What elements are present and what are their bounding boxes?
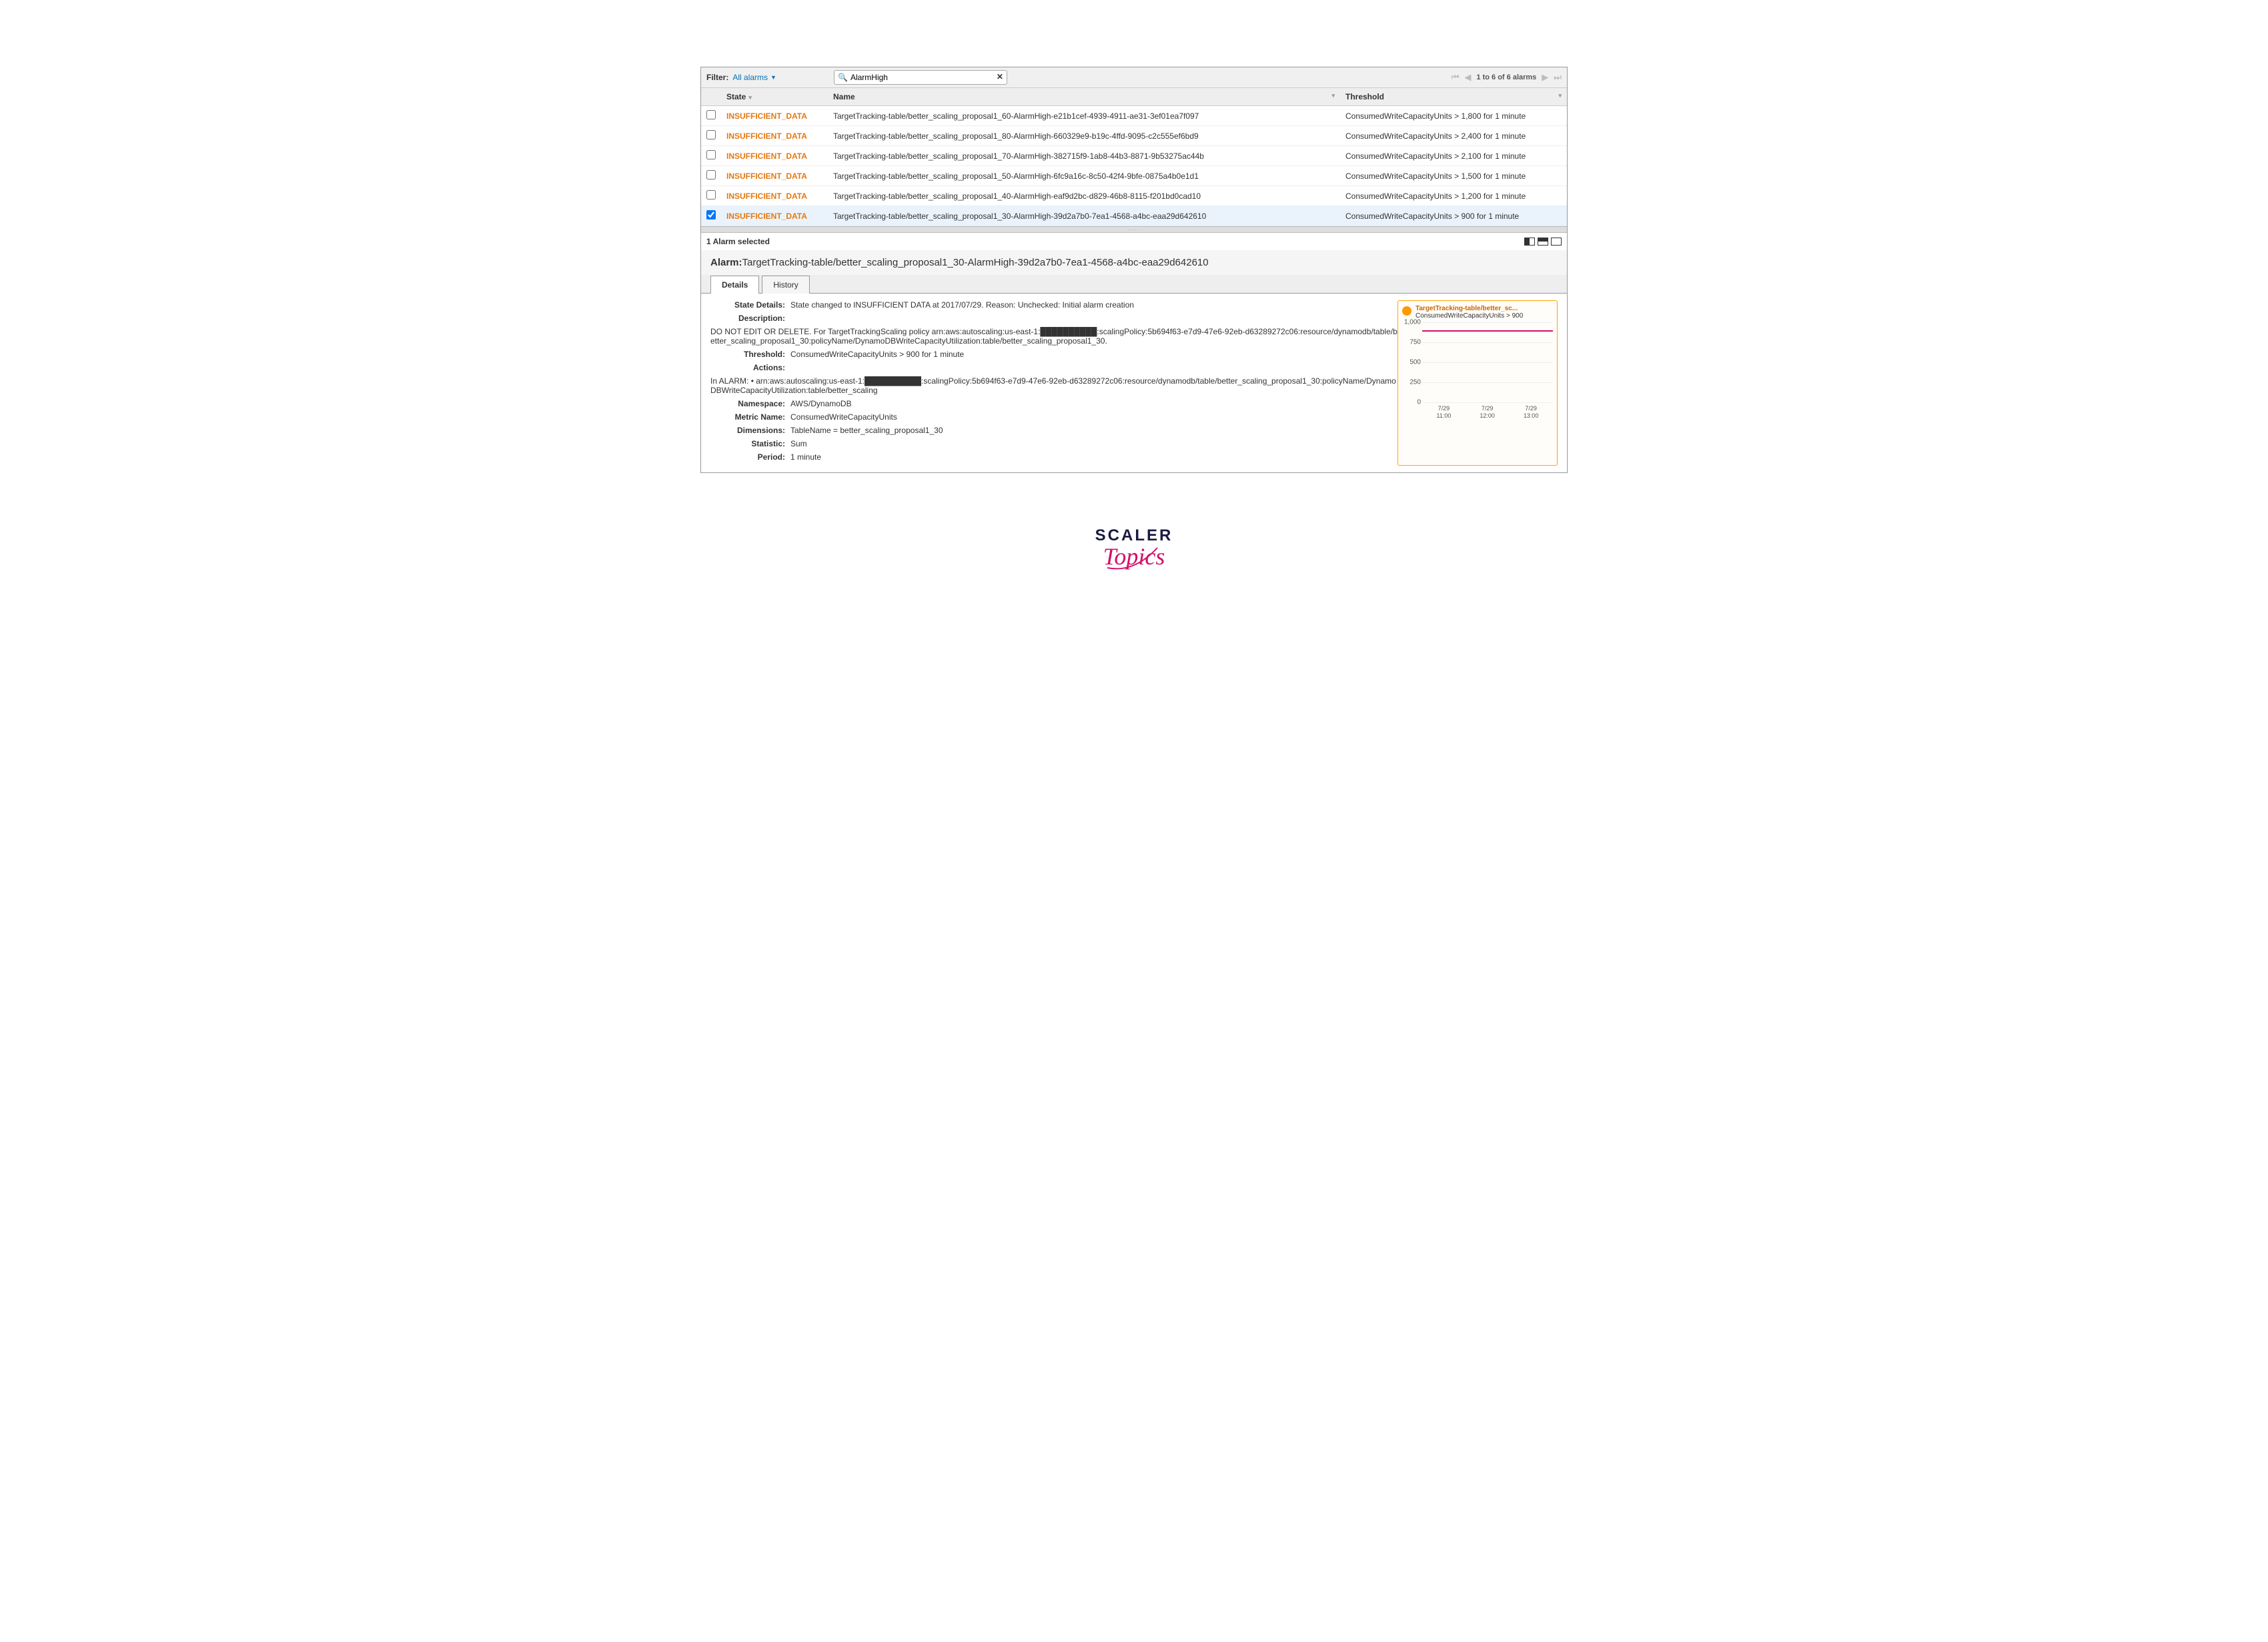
table-row[interactable]: INSUFFICIENT_DATA TargetTracking-table/be… bbox=[701, 166, 1567, 186]
alarm-title: Alarm:TargetTracking-table/better_scalin… bbox=[701, 250, 1567, 275]
filter-label: Filter: bbox=[706, 73, 728, 82]
prev-page-icon[interactable]: ◀ bbox=[1464, 72, 1471, 83]
row-threshold: ConsumedWriteCapacityUnits > 1,200 for 1… bbox=[1340, 186, 1567, 206]
layout-full-icon[interactable] bbox=[1551, 238, 1562, 246]
row-name: TargetTracking-table/better_scaling_prop… bbox=[828, 186, 1340, 206]
toolbar: Filter: All alarms ▼ 🔍 ✕ ⏮ ◀ 1 to 6 of 6… bbox=[701, 67, 1567, 88]
tab-details[interactable]: Details bbox=[710, 276, 759, 294]
row-threshold: ConsumedWriteCapacityUnits > 2,100 for 1… bbox=[1340, 146, 1567, 166]
selection-count: 1 Alarm selected bbox=[706, 237, 770, 246]
chart-subtitle: ConsumedWriteCapacityUnits > 900 bbox=[1415, 312, 1523, 320]
row-threshold: ConsumedWriteCapacityUnits > 900 for 1 m… bbox=[1340, 206, 1567, 226]
chart-ytick: 250 bbox=[1402, 379, 1421, 386]
row-threshold: ConsumedWriteCapacityUnits > 2,400 for 1… bbox=[1340, 126, 1567, 146]
chart-ytick: 0 bbox=[1402, 399, 1421, 406]
chart-xtick: 7/2913:00 bbox=[1524, 405, 1539, 420]
dk-metric-name: Metric Name: bbox=[710, 412, 790, 422]
selection-bar: 1 Alarm selected bbox=[701, 233, 1567, 250]
row-name: TargetTracking-table/better_scaling_prop… bbox=[828, 106, 1340, 126]
table-row[interactable]: INSUFFICIENT_DATA TargetTracking-table/be… bbox=[701, 106, 1567, 126]
row-checkbox[interactable] bbox=[706, 170, 716, 179]
row-checkbox[interactable] bbox=[706, 150, 716, 159]
col-state[interactable]: State▾ bbox=[721, 88, 828, 106]
dk-threshold: Threshold: bbox=[710, 350, 790, 359]
sort-icon: ▾ bbox=[1558, 92, 1562, 99]
chart-xtick: 7/2911:00 bbox=[1437, 405, 1452, 420]
dk-dimensions: Dimensions: bbox=[710, 426, 790, 435]
actions-prefix: In ALARM: • bbox=[710, 376, 756, 386]
logo-bottom: Topics bbox=[1094, 541, 1174, 574]
layout-split-icon[interactable] bbox=[1524, 238, 1535, 246]
layout-stack-icon[interactable] bbox=[1538, 238, 1548, 246]
state-badge: INSUFFICIENT_DATA bbox=[726, 131, 807, 141]
tab-history[interactable]: History bbox=[762, 276, 809, 294]
col-name[interactable]: Name▾ bbox=[828, 88, 1340, 106]
dv-dimensions: TableName = better_scaling_proposal1_30 bbox=[790, 426, 1397, 435]
state-badge: INSUFFICIENT_DATA bbox=[726, 151, 807, 161]
row-name: TargetTracking-table/better_scaling_prop… bbox=[828, 166, 1340, 186]
alarm-title-prefix: Alarm: bbox=[710, 257, 742, 268]
chart-title: TargetTracking-table/better_sc... bbox=[1415, 305, 1523, 312]
split-handle[interactable]: ···· bbox=[701, 226, 1567, 233]
clear-search-icon[interactable]: ✕ bbox=[997, 72, 1003, 81]
sort-icon: ▾ bbox=[748, 94, 752, 101]
dk-actions: Actions: bbox=[710, 363, 790, 372]
dv-period: 1 minute bbox=[790, 452, 1397, 462]
dk-period: Period: bbox=[710, 452, 790, 462]
state-badge: INSUFFICIENT_DATA bbox=[726, 111, 807, 121]
col-checkbox bbox=[701, 88, 721, 106]
next-page-icon[interactable]: ▶ bbox=[1542, 72, 1548, 83]
search-icon: 🔍 bbox=[838, 73, 848, 82]
state-badge: INSUFFICIENT_DATA bbox=[726, 191, 807, 201]
first-page-icon[interactable]: ⏮ bbox=[1452, 72, 1460, 83]
dv-statistic: Sum bbox=[790, 439, 1397, 448]
state-badge: INSUFFICIENT_DATA bbox=[726, 171, 807, 181]
dk-description: Description: bbox=[710, 314, 790, 323]
row-name: TargetTracking-table/better_scaling_prop… bbox=[828, 206, 1340, 226]
alarms-table: State▾ Name▾ Threshold▾ INSUFFICIENT_DAT… bbox=[701, 88, 1567, 226]
chart-ytick: 1,000 bbox=[1402, 319, 1421, 326]
alarm-title-name: TargetTracking-table/better_scaling_prop… bbox=[742, 257, 1209, 268]
dk-namespace: Namespace: bbox=[710, 399, 790, 408]
dv-actions: arn:aws:autoscaling:us-east-1:██████████… bbox=[710, 376, 1396, 395]
dv-metric-name: ConsumedWriteCapacityUnits bbox=[790, 412, 1397, 422]
scaler-logo: SCALER Topics bbox=[700, 526, 1568, 576]
row-threshold: ConsumedWriteCapacityUnits > 1,500 for 1… bbox=[1340, 166, 1567, 186]
table-row[interactable]: INSUFFICIENT_DATA TargetTracking-table/be… bbox=[701, 186, 1567, 206]
table-row[interactable]: INSUFFICIENT_DATA TargetTracking-table/be… bbox=[701, 206, 1567, 226]
dv-threshold: ConsumedWriteCapacityUnits > 900 for 1 m… bbox=[790, 350, 1397, 359]
alarm-status-icon bbox=[1402, 306, 1411, 316]
state-badge: INSUFFICIENT_DATA bbox=[726, 212, 807, 221]
dk-state-details: State Details: bbox=[710, 300, 790, 310]
row-name: TargetTracking-table/better_scaling_prop… bbox=[828, 146, 1340, 166]
table-row[interactable]: INSUFFICIENT_DATA TargetTracking-table/be… bbox=[701, 126, 1567, 146]
chart-threshold-line bbox=[1422, 330, 1553, 332]
details-pane: State Details:State changed to INSUFFICI… bbox=[701, 294, 1567, 472]
row-name: TargetTracking-table/better_scaling_prop… bbox=[828, 126, 1340, 146]
chevron-down-icon: ▼ bbox=[770, 74, 776, 81]
search-input[interactable] bbox=[834, 70, 1007, 85]
pager-text: 1 to 6 of 6 alarms bbox=[1476, 73, 1536, 81]
dv-description: DO NOT EDIT OR DELETE. For TargetTrackin… bbox=[710, 327, 1397, 346]
chart-ytick: 750 bbox=[1402, 339, 1421, 346]
filter-value: All alarms bbox=[732, 73, 768, 82]
table-row[interactable]: INSUFFICIENT_DATA TargetTracking-table/be… bbox=[701, 146, 1567, 166]
sort-icon: ▾ bbox=[1331, 92, 1335, 99]
dv-state-details: State changed to INSUFFICIENT DATA at 20… bbox=[790, 300, 1397, 310]
filter-dropdown[interactable]: All alarms ▼ bbox=[732, 73, 776, 82]
dv-namespace: AWS/DynamoDB bbox=[790, 399, 1397, 408]
col-threshold[interactable]: Threshold▾ bbox=[1340, 88, 1567, 106]
row-checkbox[interactable] bbox=[706, 130, 716, 139]
alarm-chart: TargetTracking-table/better_sc... Consum… bbox=[1397, 300, 1558, 466]
row-checkbox[interactable] bbox=[706, 190, 716, 199]
tabs: Details History bbox=[701, 275, 1567, 294]
row-threshold: ConsumedWriteCapacityUnits > 1,800 for 1… bbox=[1340, 106, 1567, 126]
chart-ytick: 500 bbox=[1402, 359, 1421, 366]
chart-xtick: 7/2912:00 bbox=[1480, 405, 1495, 420]
row-checkbox[interactable] bbox=[706, 210, 716, 220]
row-checkbox[interactable] bbox=[706, 110, 716, 119]
dk-statistic: Statistic: bbox=[710, 439, 790, 448]
last-page-icon[interactable]: ⏭ bbox=[1554, 72, 1562, 83]
